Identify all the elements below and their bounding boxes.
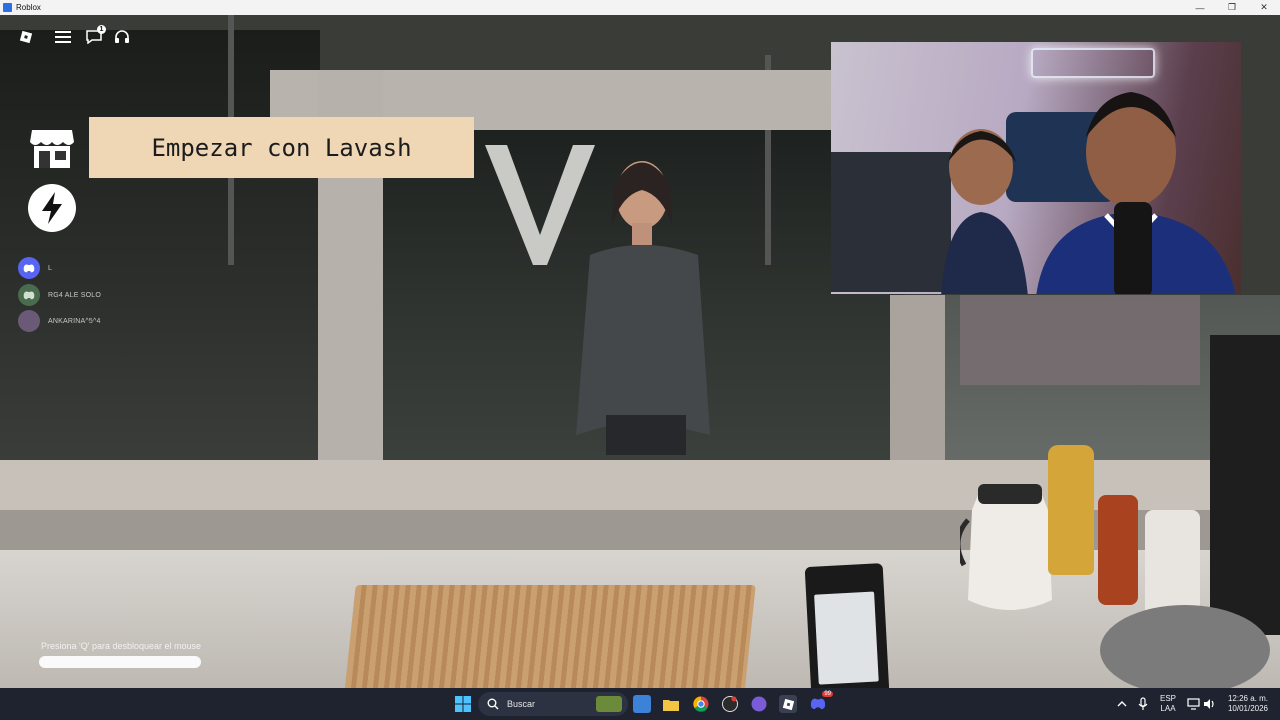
start-button[interactable] xyxy=(454,695,472,713)
discord-avatar-icon xyxy=(18,284,40,306)
roblox-top-bar: 1 xyxy=(0,15,200,55)
show-hidden-icons-button[interactable] xyxy=(1113,695,1131,713)
mustard-bottle[interactable] xyxy=(1048,445,1094,575)
discord-avatar-icon xyxy=(18,257,40,279)
player-avatar-icon xyxy=(18,310,40,332)
roblox-logo-icon xyxy=(19,30,33,44)
tomato-tray[interactable] xyxy=(1100,605,1270,688)
clock[interactable]: 12:26 a. m. 10/01/2026 xyxy=(1222,694,1274,714)
taskbar-obs-icon[interactable] xyxy=(721,695,739,713)
volume-tray-button[interactable] xyxy=(1200,695,1218,713)
discord-badge: 99 xyxy=(822,691,833,697)
player-list-item[interactable]: L xyxy=(18,257,52,279)
figure-shelf xyxy=(831,152,951,292)
cutting-board[interactable] xyxy=(344,585,756,688)
boost-button[interactable] xyxy=(28,184,76,232)
maximize-button[interactable]: ❐ xyxy=(1216,0,1248,15)
network-icon xyxy=(1186,698,1200,710)
webcam-overlay xyxy=(831,42,1241,294)
coffee-pot[interactable] xyxy=(960,480,1060,615)
player-list-item[interactable]: ANKARINA^5^4 xyxy=(18,310,101,332)
windows-logo-icon xyxy=(455,696,471,712)
taskbar-roblox-icon[interactable] xyxy=(779,695,797,713)
white-sauce-bottle[interactable] xyxy=(1145,510,1200,620)
streamer-kid xyxy=(941,129,1028,294)
lightning-icon xyxy=(28,184,76,232)
microphone xyxy=(1114,202,1152,294)
taskbar-store-icon[interactable] xyxy=(633,695,651,713)
windows-taskbar: Buscar 99 ESP LAA 12:26 a. m. 10/01/2026 xyxy=(0,688,1280,720)
player-name: ANKARINA^5^4 xyxy=(48,317,101,325)
search-placeholder: Buscar xyxy=(507,699,536,709)
keyboard-layout: LAA xyxy=(1160,704,1176,713)
clock-date: 10/01/2026 xyxy=(1227,704,1269,713)
language-code: ESP xyxy=(1159,694,1176,703)
player-name: L xyxy=(48,264,53,272)
player-name: RG4 ALE SOLO xyxy=(48,291,101,299)
hamburger-menu-button[interactable] xyxy=(51,25,75,49)
language-indicator[interactable]: ESP LAA xyxy=(1156,694,1180,714)
hamburger-icon xyxy=(55,31,71,43)
mouse-unlock-hint: Presiona 'Q' para desbloquear el mouse xyxy=(41,641,202,651)
voice-chat-button[interactable] xyxy=(110,25,134,49)
chevron-up-icon xyxy=(1117,701,1127,707)
clock-time: 12:26 a. m. xyxy=(1227,694,1269,703)
speaker-icon xyxy=(1203,699,1214,709)
shop-button[interactable] xyxy=(28,124,76,172)
search-icon xyxy=(487,698,499,710)
window-controls: — ❐ ✕ xyxy=(1184,0,1280,15)
neon-sign xyxy=(1031,48,1155,78)
quest-banner: Empezar con Lavash xyxy=(89,117,474,178)
player-list-item[interactable]: RG4 ALE SOLO xyxy=(18,284,101,306)
hint-progress-bar xyxy=(39,656,201,668)
npc-customer[interactable] xyxy=(570,145,730,455)
kitchen-wall xyxy=(1210,335,1280,635)
close-button[interactable]: ✕ xyxy=(1248,0,1280,15)
roblox-app-icon xyxy=(3,3,12,12)
building-awning xyxy=(960,295,1200,385)
chat-badge: 1 xyxy=(97,25,106,34)
microphone-tray-button[interactable] xyxy=(1134,695,1152,713)
taskbar-search[interactable]: Buscar xyxy=(478,692,628,716)
sauce-bottle[interactable] xyxy=(1098,495,1138,605)
window-title-bar: Roblox — ❐ ✕ xyxy=(0,0,1280,15)
roblox-menu-button[interactable] xyxy=(14,25,38,49)
chat-button[interactable]: 1 xyxy=(82,25,106,49)
payment-terminal[interactable] xyxy=(804,563,890,688)
taskbar-discord-icon[interactable]: 99 xyxy=(809,691,833,713)
window-title: Roblox xyxy=(16,3,41,12)
headset-icon xyxy=(115,30,129,43)
minimize-button[interactable]: — xyxy=(1184,0,1216,15)
taskbar-streaming-app-icon[interactable] xyxy=(750,695,768,713)
taskbar-chrome-icon[interactable] xyxy=(692,695,710,713)
microphone-icon xyxy=(1138,697,1148,710)
taskbar-explorer-icon[interactable] xyxy=(662,695,680,713)
payment-terminal-screen xyxy=(814,591,879,685)
store-icon xyxy=(30,130,74,168)
search-highlight-icon xyxy=(596,696,622,712)
